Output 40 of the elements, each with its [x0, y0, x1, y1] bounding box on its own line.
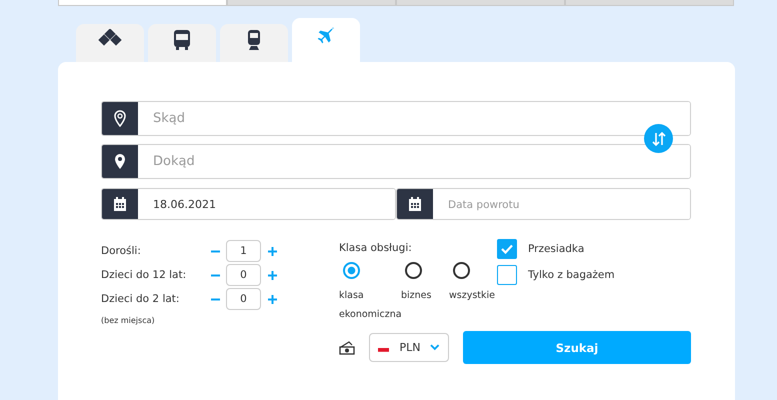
- count-field[interactable]: 0: [226, 288, 261, 310]
- radio-label: wszystkie: [449, 289, 495, 303]
- calendar-icon: [408, 196, 422, 212]
- mode-tab[interactable]: [76, 24, 144, 62]
- checkbox[interactable]: [497, 265, 517, 285]
- count-field[interactable]: 1: [226, 240, 261, 262]
- currency-select[interactable]: PLN: [369, 333, 449, 362]
- checkbox[interactable]: [497, 239, 517, 259]
- plus-icon: [268, 270, 276, 280]
- check-icon: [501, 244, 513, 254]
- chevron-down-icon: [430, 344, 440, 351]
- mode-tab[interactable]: [148, 24, 216, 62]
- from-field[interactable]: Skąd: [101, 101, 691, 136]
- location-pin-icon: [114, 153, 126, 170]
- calendar-icon: [113, 196, 127, 212]
- bus-icon: [173, 29, 191, 51]
- passenger-note: (bez miejsca): [101, 316, 156, 325]
- count-field[interactable]: 0: [226, 264, 261, 286]
- tab[interactable]: [58, 0, 227, 6]
- return-date-field[interactable]: Data powrotu: [396, 188, 691, 220]
- plus-icon: [268, 246, 276, 256]
- radio-button[interactable]: [405, 262, 422, 279]
- radio-label: biznes: [401, 289, 432, 303]
- passenger-label: Dzieci do 12 lat:: [101, 269, 188, 281]
- passenger-label: Dorośli:: [101, 245, 142, 257]
- radio-button[interactable]: [343, 262, 360, 279]
- class-label: Klasa obsługi:: [339, 242, 413, 254]
- checkbox-label: Tylko z bagażem: [528, 269, 615, 281]
- passenger-label: Dzieci do 2 lat:: [101, 293, 180, 305]
- radio-label: klasa ekonomiczna: [339, 289, 401, 322]
- to-field[interactable]: Dokąd: [101, 144, 691, 179]
- radio-button[interactable]: [453, 262, 470, 279]
- mode-tab[interactable]: [220, 24, 288, 62]
- departure-date-field[interactable]: 18.06.2021: [101, 188, 396, 220]
- checkbox-label: Przesiadka: [528, 243, 584, 255]
- plus-icon: [268, 294, 276, 304]
- money-icon: [339, 340, 355, 354]
- swap-icon: [652, 130, 666, 146]
- train-icon: [246, 29, 262, 51]
- location-pin-icon: [114, 110, 126, 127]
